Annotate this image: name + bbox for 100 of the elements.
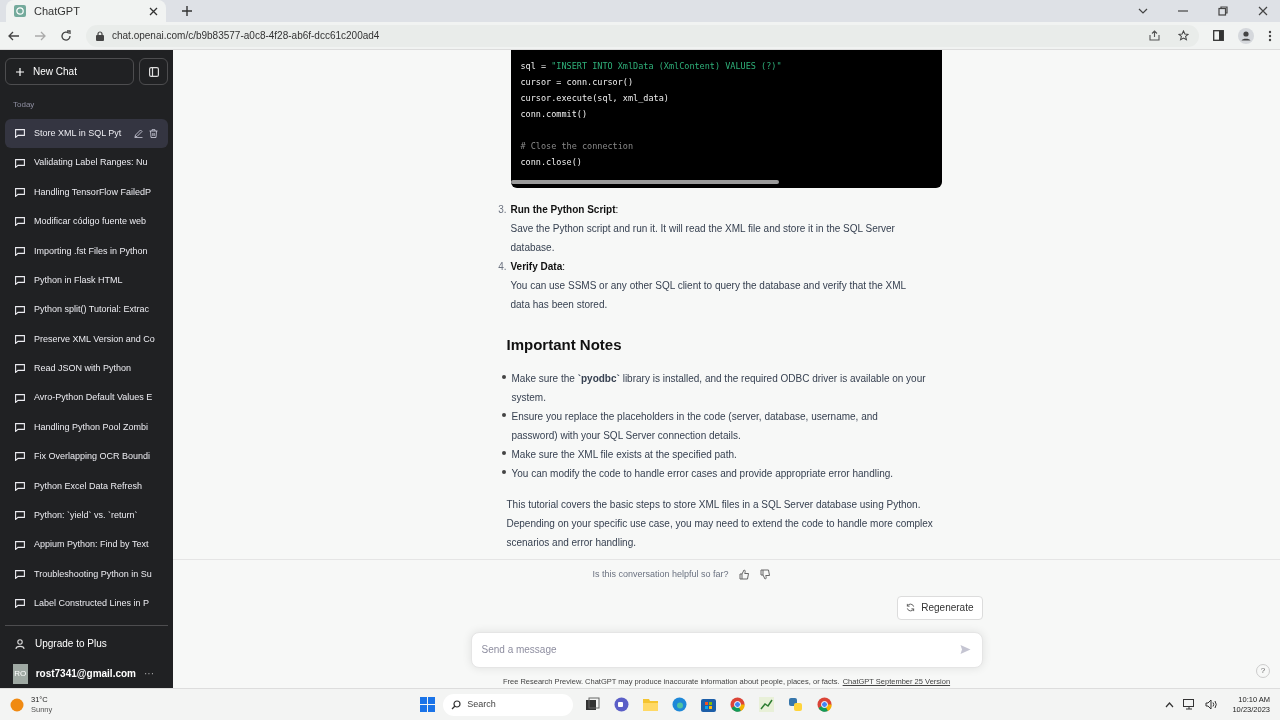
- side-panel-icon[interactable]: [1213, 30, 1224, 41]
- bullet-icon: [501, 469, 506, 474]
- share-icon[interactable]: [1149, 30, 1160, 41]
- edit-icon[interactable]: [134, 129, 143, 139]
- chat-bubble-icon: [15, 217, 25, 227]
- chat-bubble-icon: [15, 599, 25, 609]
- chat-bubble-icon: [15, 540, 25, 550]
- taskbar-search[interactable]: Search: [443, 693, 574, 716]
- chat-history-item[interactable]: Handling Python Pool Zombi: [5, 412, 168, 443]
- chat-history-item[interactable]: Read JSON with Python: [5, 354, 168, 384]
- more-menu[interactable]: ···: [144, 666, 160, 682]
- tab-title: ChatGPT: [34, 3, 81, 19]
- list-number: 3.: [497, 203, 508, 217]
- chat-bubble-icon: [15, 393, 25, 403]
- chat-bubble-icon: [15, 276, 25, 286]
- bullet-icon: [501, 412, 506, 417]
- chat-history-item[interactable]: Python: `yield` vs. `return`: [5, 501, 168, 531]
- bullet-text: Ensure you replace the placeholders in the code (server, database, username, and password) with your SQL Server connection details.: [511, 409, 879, 443]
- bullet-text: You can modify the code to handle error cases and provide appropriate error handling.: [511, 466, 894, 481]
- back-icon[interactable]: [8, 29, 20, 42]
- chat-history-item[interactable]: Label Constructed Lines in P: [5, 589, 168, 619]
- chat-bubble-icon: [15, 334, 25, 344]
- chat-bubble-icon: [15, 187, 25, 197]
- weather-sun-icon: [10, 697, 24, 712]
- step-description: Save the Python script and run it. It will read the XML file and store it in the SQL Server database.: [510, 222, 896, 255]
- network-icon[interactable]: [1183, 699, 1197, 710]
- browser-icon[interactable]: [672, 697, 688, 712]
- chat-history-item[interactable]: Avro-Python Default Values E: [5, 383, 168, 413]
- chat-bubble-icon: [15, 452, 25, 462]
- chat-bubble-icon: [15, 481, 25, 491]
- chat-app-icon[interactable]: [614, 697, 630, 712]
- chat-history-item[interactable]: Fix Overlapping OCR Boundi: [5, 442, 168, 472]
- person-icon: [15, 638, 25, 649]
- sidebar-toggle-button[interactable]: [139, 58, 168, 85]
- list-number: 4.: [497, 260, 508, 274]
- code-line: # Close the connection: [520, 140, 634, 153]
- user-email: rost7341@gmail.com: [35, 667, 136, 682]
- task-view-icon[interactable]: [585, 697, 601, 712]
- windows-start-icon[interactable]: [420, 697, 436, 712]
- chat-bubble-icon: [15, 511, 25, 521]
- volume-icon[interactable]: [1205, 699, 1219, 710]
- delete-icon[interactable]: [149, 129, 158, 139]
- chat-history-item[interactable]: Appium Python: Find by Text: [5, 530, 168, 560]
- chat-history-item[interactable]: Store XML in SQL Pyt: [5, 119, 168, 149]
- chat-history-item[interactable]: Troubleshooting Python in Su: [5, 559, 168, 590]
- chat-history-item[interactable]: Python in Flask HTML: [5, 265, 168, 296]
- chevron-down-icon[interactable]: [1138, 8, 1148, 14]
- regenerate-button[interactable]: Regenerate: [897, 595, 983, 620]
- chat-bubble-icon: [15, 129, 25, 139]
- chat-bubble-icon: [15, 158, 25, 168]
- new-chat-button[interactable]: New Chat: [5, 58, 134, 85]
- new-tab-icon[interactable]: [182, 6, 192, 16]
- bullet-icon: [501, 374, 506, 379]
- close-icon[interactable]: [149, 6, 158, 16]
- chat-bubble-icon: [15, 305, 25, 315]
- code-line: conn.commit(): [520, 108, 588, 121]
- upgrade-link[interactable]: Upgrade to Plus: [5, 633, 168, 654]
- section-heading: Important Notes: [506, 335, 622, 355]
- code-line: cursor = conn.cursor(): [520, 76, 634, 89]
- chrome-icon[interactable]: [817, 697, 833, 712]
- chat-bubble-icon: [15, 246, 25, 256]
- browser-tab[interactable]: ChatGPT: [6, 0, 166, 22]
- plus-icon: [16, 67, 24, 76]
- chat-history-item[interactable]: Importing .fst Files in Python: [5, 236, 168, 266]
- restore-icon[interactable]: [1218, 6, 1228, 16]
- chat-logo-icon: [14, 5, 26, 17]
- thumbs-down-icon[interactable]: [759, 569, 771, 581]
- thumbs-up-icon[interactable]: [738, 569, 750, 581]
- code-line: cursor.execute(sql, xml_data): [520, 92, 669, 105]
- store-icon[interactable]: [701, 697, 717, 712]
- chevron-up-icon[interactable]: [1165, 701, 1175, 708]
- message-input[interactable]: Send a message: [470, 631, 983, 668]
- chat-history-item[interactable]: Validating Label Ranges: Nu: [5, 148, 168, 178]
- chart-app-icon[interactable]: [759, 697, 775, 712]
- chat-history-item[interactable]: Modificar código fuente web: [5, 207, 168, 237]
- python-app-icon[interactable]: [788, 697, 804, 712]
- chrome-icon[interactable]: [730, 697, 746, 712]
- reload-icon[interactable]: [60, 29, 72, 42]
- address-bar[interactable]: chat.openai.com/c/b9b83577-a0c8-4f28-ab6f-dcc61c200ad4: [86, 24, 1199, 47]
- more-icon[interactable]: [1268, 29, 1272, 42]
- chat-history-item[interactable]: Handling TensorFlow FailedP: [5, 177, 168, 208]
- code-line: sql = "INSERT INTO XmlData (XmlContent) VALUES (?)": [520, 60, 782, 73]
- code-scrollbar[interactable]: [510, 180, 779, 184]
- chat-bubble-icon: [15, 364, 25, 374]
- chat-history-item[interactable]: Preserve XML Version and Co: [5, 324, 168, 355]
- section-label: Today: [13, 99, 35, 111]
- sidebar-icon: [148, 66, 159, 77]
- avatar: RO: [13, 663, 28, 684]
- close-icon[interactable]: [1258, 6, 1268, 16]
- chat-bubble-icon: [15, 423, 25, 433]
- step-description: You can use SSMS or any other SQL client to query the database and verify that the XML data has been stored.: [510, 279, 907, 312]
- profile-icon[interactable]: [1238, 27, 1254, 44]
- search-icon: [451, 699, 462, 710]
- feedback-prompt: Is this conversation helpful so far?: [592, 568, 729, 581]
- code-line: conn.close(): [520, 156, 582, 169]
- chat-history-item[interactable]: Python Excel Data Refresh: [5, 471, 168, 502]
- star-icon[interactable]: [1178, 30, 1189, 41]
- chat-history-item[interactable]: Python split() Tutorial: Extrac: [5, 295, 168, 325]
- chat-bubble-icon: [15, 570, 25, 580]
- step-title: Verify Data:: [510, 260, 565, 274]
